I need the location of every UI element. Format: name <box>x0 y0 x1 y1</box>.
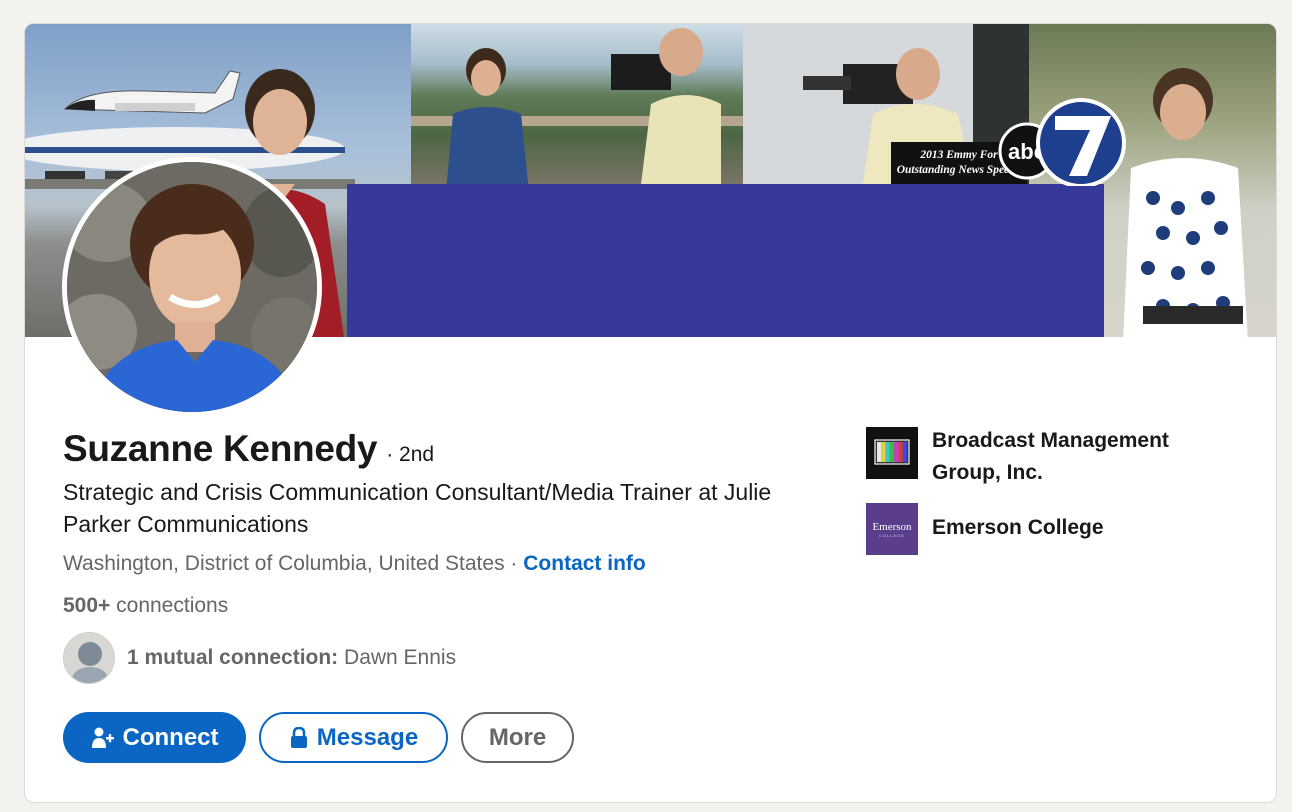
profile-photo-image <box>67 162 317 412</box>
org-name: Emerson College <box>932 516 1104 539</box>
profile-photo[interactable] <box>62 157 322 417</box>
org-item-broadcast-management[interactable]: Broadcast Management Group, Inc. <box>866 427 1212 489</box>
profile-headline: Strategic and Crisis Communication Consu… <box>63 479 772 537</box>
location-separator: · <box>504 552 524 575</box>
location-row: Washington, District of Columbia, United… <box>63 552 646 576</box>
more-button-label: More <box>488 723 547 751</box>
org-item-emerson-college[interactable]: Emerson COLLEGE Emerson College <box>866 503 1212 555</box>
person-placeholder-icon <box>64 633 114 683</box>
profile-actions: Connect Message More <box>63 712 574 763</box>
more-button[interactable]: More <box>461 712 574 763</box>
connections-count[interactable]: 500+ connections <box>63 594 228 618</box>
abc7-logo: abc <box>998 98 1126 186</box>
message-button-label: Message <box>316 723 419 751</box>
mutual-connection-name: Dawn Ennis <box>338 646 457 669</box>
reporter-photo-3 <box>1123 68 1248 337</box>
connect-button-label: Connect <box>122 723 219 751</box>
connect-button[interactable]: Connect <box>63 712 246 763</box>
contact-info-link[interactable]: Contact info <box>523 552 645 575</box>
mutual-connection-avatar <box>63 632 115 684</box>
org-name: Broadcast Management Group, Inc. <box>932 429 1169 484</box>
connections-label: connections <box>110 594 229 617</box>
svg-text:COLLEGE: COLLEGE <box>879 533 905 538</box>
profile-name-row: Suzanne Kennedy · 2nd <box>63 428 434 470</box>
profile-location: Washington, District of Columbia, United… <box>63 552 505 575</box>
profile-top-card: 2013 Emmy For Outstanding News Special a… <box>24 23 1277 803</box>
svg-text:Emerson: Emerson <box>872 521 912 533</box>
add-person-icon <box>91 727 114 748</box>
profile-name: Suzanne Kennedy <box>63 428 378 469</box>
mutual-connection-label: 1 mutual connection: <box>127 646 339 669</box>
banner-purple-panel <box>347 184 1104 337</box>
tv-color-bars-logo <box>866 427 918 479</box>
camera-operator-photo <box>611 28 721 184</box>
mutual-connections[interactable]: 1 mutual connection: Dawn Ennis <box>63 632 456 684</box>
lock-icon <box>290 726 307 748</box>
mutual-connection-text: 1 mutual connection: Dawn Ennis <box>127 646 456 670</box>
connections-number: 500+ <box>63 594 111 617</box>
emerson-college-logo: Emerson COLLEGE <box>866 503 918 555</box>
banner-photo-overlook <box>411 24 743 184</box>
message-button[interactable]: Message <box>259 712 448 763</box>
organizations-list: Broadcast Management Group, Inc. Emerson… <box>866 427 1212 569</box>
space-shuttle-graphic <box>63 70 241 114</box>
banner-photo-emmy: 2013 Emmy For Outstanding News Special <box>743 24 1029 184</box>
connection-degree: · 2nd <box>386 443 435 466</box>
reporter-photo-2 <box>446 48 529 184</box>
